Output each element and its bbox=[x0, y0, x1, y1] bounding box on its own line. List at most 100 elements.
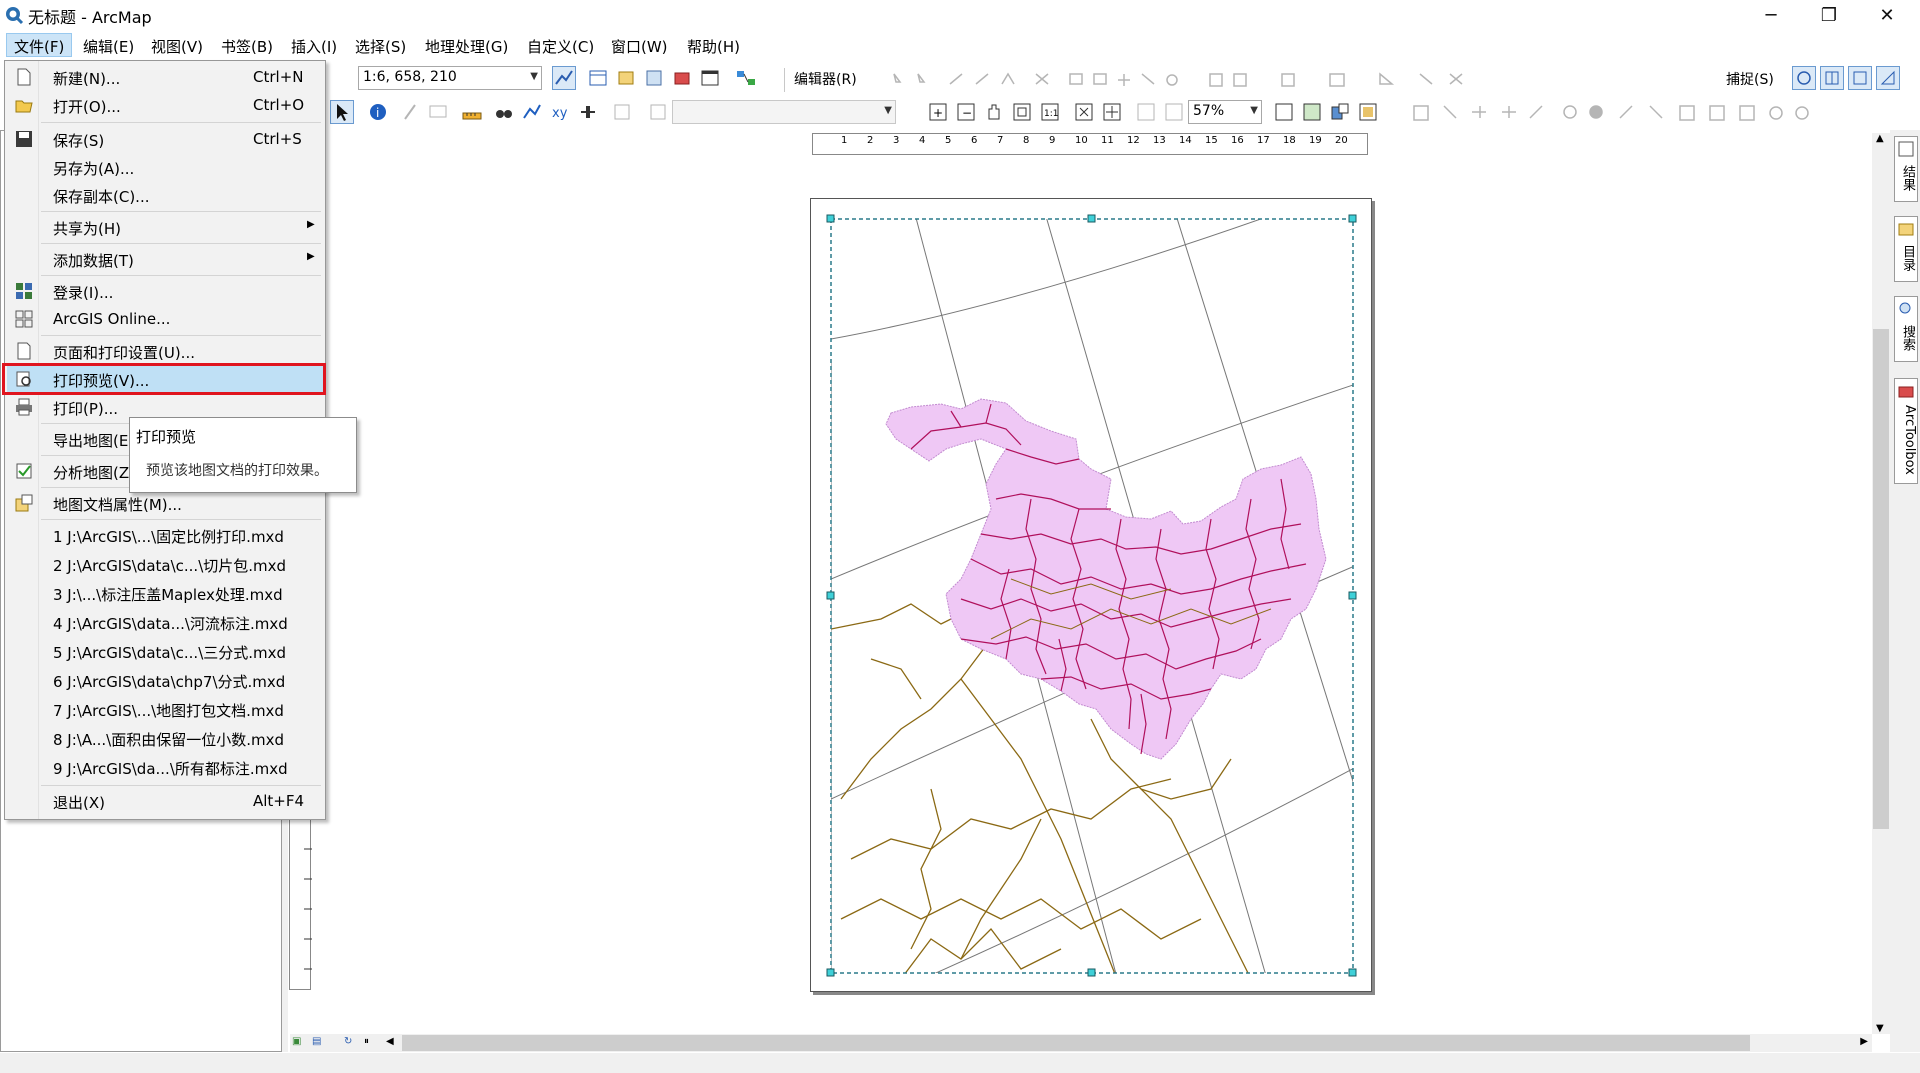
horizontal-scroll-thumb[interactable] bbox=[402, 1035, 1750, 1051]
recent-file-item[interactable]: 2 J:\ArcGIS\data\c...\切片包.mxd bbox=[7, 550, 323, 578]
menu-item-open[interactable]: 打开(O)... Ctrl+O bbox=[7, 91, 323, 119]
fixed-zoom-out-icon[interactable] bbox=[1100, 100, 1124, 124]
end-snap-icon[interactable] bbox=[1820, 66, 1844, 90]
dock-tab-results[interactable]: 结果 bbox=[1894, 136, 1918, 202]
menu-item-save[interactable]: 保存(S) Ctrl+S bbox=[7, 125, 323, 153]
scroll-down-icon[interactable]: ▼ bbox=[1876, 1023, 1884, 1034]
close-button[interactable]: ✕ bbox=[1860, 0, 1914, 30]
zoom-in-page-icon[interactable]: + bbox=[926, 100, 950, 124]
hyperlink-icon[interactable] bbox=[398, 100, 422, 124]
tooltip-description: 预览该地图文档的打印效果。 bbox=[146, 463, 328, 479]
recent-file-item[interactable]: 1 J:\ArcGIS\...\固定比例打印.mxd bbox=[7, 521, 323, 549]
layer-selector-icon[interactable] bbox=[646, 100, 670, 124]
snapping-menu[interactable]: 捕捉(S) bbox=[1726, 69, 1774, 89]
fixed-zoom-in-icon[interactable] bbox=[1072, 100, 1096, 124]
menu-item-exit[interactable]: 退出(X) Alt+F4 bbox=[7, 787, 323, 815]
menu-item-page-setup[interactable]: 页面和打印设置(U)... bbox=[7, 337, 323, 365]
menu-windows[interactable]: 窗口(W) bbox=[604, 34, 675, 58]
data-driven-pages-icon[interactable] bbox=[1356, 100, 1380, 124]
menu-item-share-as[interactable]: 共享为(H) ▶ bbox=[7, 213, 323, 241]
vertex-snap-icon[interactable] bbox=[1848, 66, 1872, 90]
catalog-icon[interactable] bbox=[614, 66, 638, 90]
toggle-draft-mode-icon[interactable] bbox=[1272, 100, 1296, 124]
menu-bar: 文件(F) 编辑(E) 视图(V) 书签(B) 插入(I) 选择(S) 地理处理… bbox=[0, 30, 1920, 60]
zoom-100-icon[interactable]: 1:1 bbox=[1038, 100, 1062, 124]
forward-extent-icon[interactable] bbox=[1162, 100, 1186, 124]
measure-icon[interactable] bbox=[460, 100, 484, 124]
menu-item-add-data[interactable]: 添加数据(T) ▶ bbox=[7, 245, 323, 273]
dock-tab-catalog[interactable]: 目录 bbox=[1894, 216, 1918, 282]
recent-file-item[interactable]: 3 J:\...\标注压盖Maplex处理.mxd bbox=[7, 579, 323, 607]
find-icon[interactable] bbox=[492, 100, 516, 124]
menu-item-document-properties[interactable]: 地图文档属性(M)... bbox=[7, 489, 323, 517]
model-builder-icon[interactable] bbox=[734, 66, 758, 90]
python-window-icon[interactable] bbox=[698, 66, 722, 90]
minimize-button[interactable]: ─ bbox=[1744, 0, 1798, 30]
zoom-percent-combo[interactable]: 57% ▼ bbox=[1188, 100, 1262, 124]
vertical-scroll-thumb[interactable] bbox=[1873, 329, 1889, 829]
menu-item-sign-in[interactable]: 登录(I)... bbox=[7, 277, 323, 305]
recent-file-item[interactable]: 9 J:\ArcGIS\da...\所有都标注.mxd bbox=[7, 753, 323, 781]
menu-item-save-copy[interactable]: 保存副本(C)... bbox=[7, 181, 323, 209]
select-elements-icon[interactable] bbox=[330, 100, 354, 124]
chevron-down-icon: ▼ bbox=[1250, 105, 1258, 116]
menu-help[interactable]: 帮助(H) bbox=[680, 34, 747, 58]
scroll-right-icon[interactable]: ▶ bbox=[1860, 1036, 1868, 1047]
zoom-whole-page-icon[interactable] bbox=[1010, 100, 1034, 124]
ruler-tick: 13 bbox=[1153, 135, 1166, 146]
dock-tab-search[interactable]: 搜索 bbox=[1894, 296, 1918, 362]
restore-button[interactable]: ❐ bbox=[1802, 0, 1856, 30]
menu-geoprocessing[interactable]: 地理处理(G) bbox=[418, 34, 515, 58]
recent-file-item[interactable]: 6 J:\ArcGIS\data\chp7\分式.mxd bbox=[7, 666, 323, 694]
back-extent-icon[interactable] bbox=[1134, 100, 1158, 124]
refresh-icon[interactable]: ↻ bbox=[344, 1036, 352, 1047]
focus-data-frame-icon[interactable] bbox=[1300, 100, 1324, 124]
pan-page-icon[interactable] bbox=[982, 100, 1006, 124]
scroll-up-icon[interactable]: ▲ bbox=[1876, 133, 1884, 144]
horizontal-scrollbar[interactable]: ▣ ▤ ↻ ⏸ ◀ ▶ bbox=[290, 1034, 1872, 1052]
menu-insert[interactable]: 插入(I) bbox=[284, 34, 344, 58]
time-slider-icon[interactable] bbox=[576, 100, 600, 124]
point-snap-icon[interactable] bbox=[1792, 66, 1816, 90]
zoom-out-page-icon[interactable]: − bbox=[954, 100, 978, 124]
html-popup-icon[interactable] bbox=[426, 100, 450, 124]
arctoolbox-icon[interactable] bbox=[670, 66, 694, 90]
map-data-frame[interactable] bbox=[811, 199, 1373, 993]
menu-selection[interactable]: 选择(S) bbox=[348, 34, 413, 58]
menu-view[interactable]: 视图(V) bbox=[144, 34, 210, 58]
editor-toolbar-icon[interactable] bbox=[552, 66, 576, 90]
menu-customize[interactable]: 自定义(C) bbox=[520, 34, 601, 58]
viewer-window-icon[interactable] bbox=[610, 100, 634, 124]
menu-item-arcgis-online[interactable]: ArcGIS Online... bbox=[7, 305, 323, 333]
recent-file-item[interactable]: 4 J:\ArcGIS\data...\河流标注.mxd bbox=[7, 608, 323, 636]
find-route-icon[interactable] bbox=[520, 100, 544, 124]
recent-file-item[interactable]: 8 J:\A...\面积由保留一位小数.mxd bbox=[7, 724, 323, 752]
search-window-icon[interactable] bbox=[642, 66, 666, 90]
menu-item-save-as[interactable]: 另存为(A)... bbox=[7, 153, 323, 181]
identify-icon[interactable]: i bbox=[366, 100, 390, 124]
scroll-left-icon[interactable]: ◀ bbox=[386, 1036, 394, 1047]
layer-dropdown[interactable]: ▼ bbox=[672, 100, 896, 124]
dock-tab-arctoolbox[interactable]: ArcToolbox bbox=[1894, 378, 1918, 484]
scale-combo[interactable]: 1:6, 658, 210 ▼ bbox=[358, 66, 542, 90]
layout-page[interactable] bbox=[810, 198, 1372, 992]
menu-edit[interactable]: 编辑(E) bbox=[76, 34, 141, 58]
menu-bookmarks[interactable]: 书签(B) bbox=[214, 34, 280, 58]
svg-text:i: i bbox=[376, 106, 379, 120]
edge-snap-icon[interactable] bbox=[1876, 66, 1900, 90]
ruler-tick: 8 bbox=[1023, 135, 1030, 146]
go-to-xy-icon[interactable]: xy bbox=[548, 100, 572, 124]
vertical-scrollbar[interactable]: ▲ ▼ bbox=[1872, 133, 1890, 1034]
menu-file[interactable]: 文件(F) bbox=[6, 33, 73, 57]
new-document-icon bbox=[17, 68, 31, 86]
ruler-tick: 5 bbox=[945, 135, 952, 146]
editor-menu[interactable]: 编辑器(R) bbox=[794, 69, 857, 89]
recent-file-item[interactable]: 5 J:\ArcGIS\data\c...\三分式.mxd bbox=[7, 637, 323, 665]
change-layout-icon[interactable] bbox=[1328, 100, 1352, 124]
recent-file-item[interactable]: 7 J:\ArcGIS\...\地图打包文档.mxd bbox=[7, 695, 323, 723]
layout-view-icon[interactable]: ▤ bbox=[312, 1036, 321, 1047]
data-view-icon[interactable]: ▣ bbox=[292, 1036, 301, 1047]
pause-icon[interactable]: ⏸ bbox=[364, 1036, 369, 1047]
menu-item-new[interactable]: 新建(N)... Ctrl+N bbox=[7, 63, 323, 91]
table-icon[interactable] bbox=[586, 66, 610, 90]
